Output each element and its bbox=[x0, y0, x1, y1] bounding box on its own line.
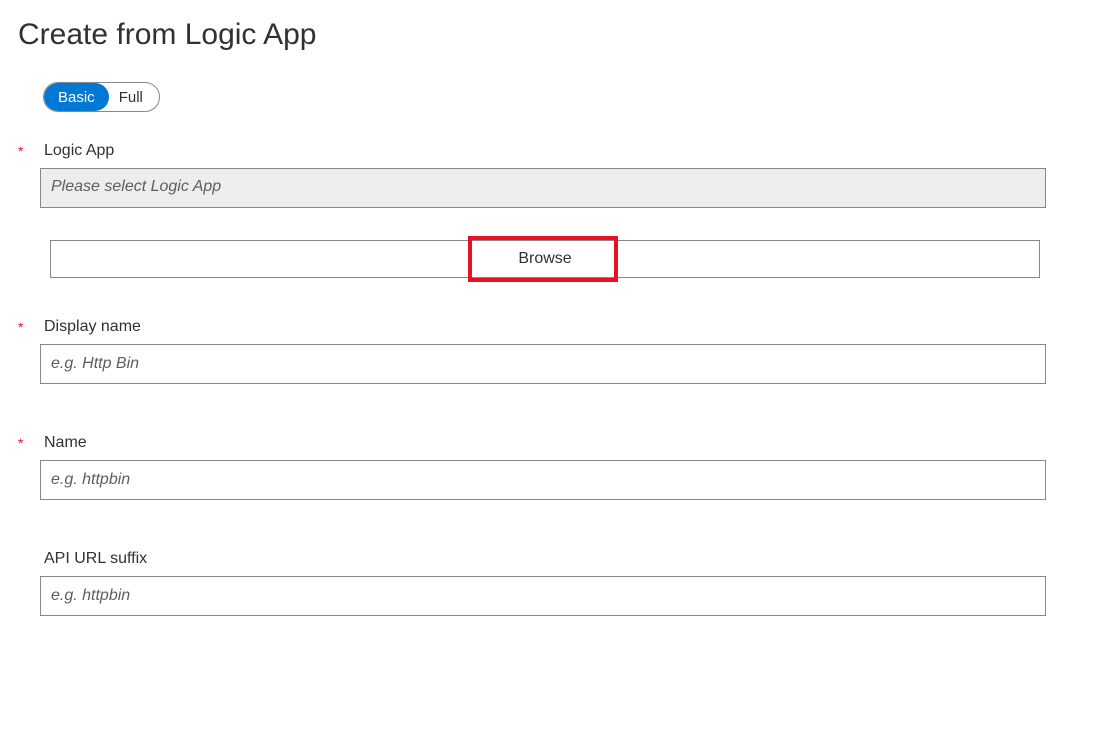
toggle-full[interactable]: Full bbox=[109, 85, 159, 110]
required-marker: * bbox=[18, 144, 44, 158]
toggle-basic[interactable]: Basic bbox=[44, 83, 109, 111]
name-input[interactable] bbox=[40, 460, 1046, 500]
logic-app-input[interactable]: Please select Logic App bbox=[40, 168, 1046, 208]
required-marker: * bbox=[18, 436, 44, 450]
browse-button[interactable]: Browse bbox=[50, 240, 1040, 278]
page-title: Create from Logic App bbox=[18, 18, 1084, 52]
display-name-label: Display name bbox=[44, 318, 141, 336]
api-url-suffix-label: API URL suffix bbox=[44, 550, 147, 568]
name-label: Name bbox=[44, 434, 87, 452]
api-url-suffix-input[interactable] bbox=[40, 576, 1046, 616]
basic-full-toggle[interactable]: Basic Full bbox=[43, 82, 160, 112]
required-marker: * bbox=[18, 320, 44, 334]
logic-app-label: Logic App bbox=[44, 142, 114, 160]
display-name-input[interactable] bbox=[40, 344, 1046, 384]
